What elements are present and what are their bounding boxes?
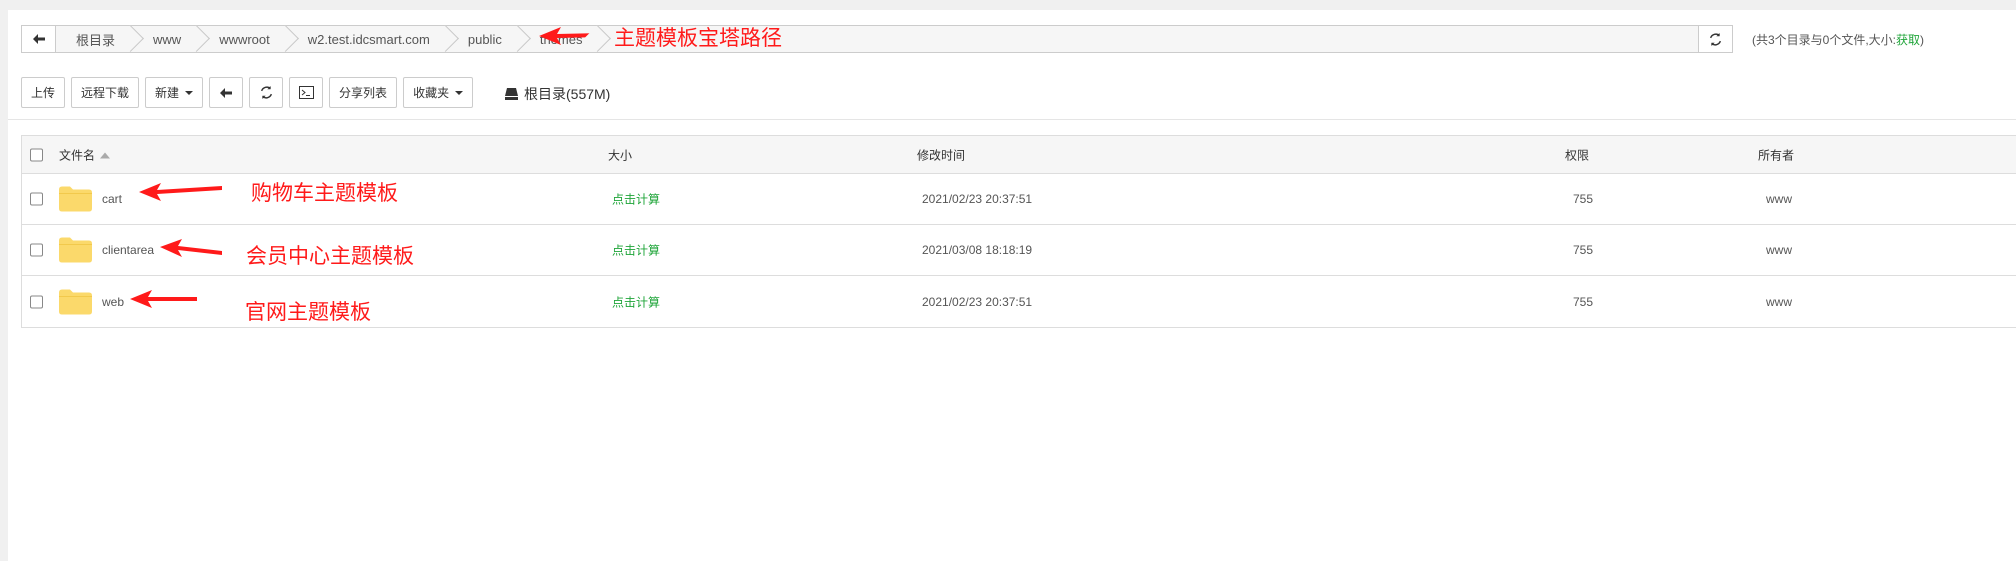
breadcrumb-item[interactable]: wwwroot bbox=[199, 26, 288, 52]
breadcrumb-item[interactable]: public bbox=[447, 26, 520, 52]
toolbar: 上传 远程下载 新建 分享列表 收藏夹 bbox=[21, 77, 474, 108]
breadcrumb-label: www bbox=[153, 31, 182, 47]
folder-icon bbox=[59, 186, 92, 212]
hard-drive-icon bbox=[505, 88, 518, 100]
share-list-button[interactable]: 分享列表 bbox=[329, 77, 398, 108]
annotation-arrow-icon bbox=[160, 239, 222, 257]
folder-icon bbox=[59, 237, 92, 263]
header-name[interactable]: 文件名 bbox=[59, 146, 111, 163]
row-checkbox[interactable] bbox=[30, 243, 43, 257]
new-label: 新建 bbox=[155, 86, 180, 100]
disk-selector[interactable]: 根目录(557M) bbox=[505, 84, 610, 104]
caret-down-icon bbox=[185, 90, 194, 95]
header-permission[interactable]: 权限 bbox=[1565, 146, 1589, 163]
breadcrumb-label: public bbox=[467, 31, 502, 47]
path-bar: 根目录 www wwwroot w2.test.idcsmart.com pub… bbox=[21, 25, 1733, 53]
owner-link[interactable]: www bbox=[1766, 295, 1792, 309]
annotation-arrow-icon bbox=[130, 290, 197, 308]
summary-text: (共3个目录与0个文件,大小: bbox=[1752, 33, 1897, 47]
modified-time: 2021/02/23 20:37:51 bbox=[922, 192, 1033, 206]
fetch-size-link[interactable]: 获取 bbox=[1896, 33, 1920, 47]
breadcrumb-label: 根目录 bbox=[76, 32, 116, 48]
permission-link[interactable]: 755 bbox=[1573, 295, 1593, 309]
breadcrumb: 根目录 www wwwroot w2.test.idcsmart.com pub… bbox=[56, 26, 1698, 52]
breadcrumb-item[interactable]: w2.test.idcsmart.com bbox=[287, 26, 448, 52]
remote-download-label: 远程下载 bbox=[81, 86, 130, 100]
owner-link[interactable]: www bbox=[1766, 192, 1792, 206]
terminal-button[interactable] bbox=[289, 77, 324, 108]
summary-close: ) bbox=[1920, 33, 1925, 47]
header-size[interactable]: 大小 bbox=[608, 146, 632, 163]
calc-size-link[interactable]: 点击计算 bbox=[612, 191, 660, 208]
folder-icon bbox=[59, 289, 92, 314]
path-refresh-button[interactable] bbox=[1698, 26, 1732, 52]
annotation-web-note: 官网主题模板 bbox=[245, 301, 371, 324]
modified-time: 2021/02/23 20:37:51 bbox=[922, 294, 1033, 309]
file-name-link[interactable]: clientarea bbox=[102, 243, 154, 257]
upload-label: 上传 bbox=[31, 86, 56, 100]
calc-size-link[interactable]: 点击计算 bbox=[612, 242, 660, 259]
annotation-arrow-icon bbox=[139, 183, 222, 201]
header-modified[interactable]: 修改时间 bbox=[917, 146, 965, 163]
arrow-left-icon bbox=[32, 34, 45, 44]
permission-link[interactable]: 755 bbox=[1573, 243, 1593, 257]
breadcrumb-item[interactable]: 根目录 bbox=[56, 26, 134, 52]
refresh-icon bbox=[1709, 32, 1722, 46]
permission-link[interactable]: 755 bbox=[1573, 192, 1593, 206]
header-name-label: 文件名 bbox=[59, 148, 96, 162]
row-checkbox[interactable] bbox=[30, 295, 43, 308]
disk-label: 根目录(557M) bbox=[524, 86, 611, 102]
annotation-path-note: 主题模板宝塔路径 bbox=[614, 27, 782, 50]
favorites-label: 收藏夹 bbox=[413, 86, 450, 100]
favorites-dropdown-button[interactable]: 收藏夹 bbox=[403, 77, 474, 108]
annotation-clientarea-note: 会员中心主题模板 bbox=[246, 245, 414, 268]
terminal-icon bbox=[298, 86, 314, 99]
upload-button[interactable]: 上传 bbox=[21, 77, 66, 108]
row-checkbox[interactable] bbox=[30, 192, 43, 206]
file-name-link[interactable]: web bbox=[102, 295, 124, 309]
sort-asc-icon bbox=[100, 152, 111, 159]
go-back-button[interactable] bbox=[209, 77, 244, 108]
remote-download-button[interactable]: 远程下载 bbox=[71, 77, 140, 108]
calc-size-link[interactable]: 点击计算 bbox=[612, 293, 660, 310]
modified-time: 2021/03/08 18:18:19 bbox=[922, 243, 1033, 257]
header-owner[interactable]: 所有者 bbox=[1758, 146, 1794, 163]
refresh-icon bbox=[260, 86, 272, 99]
select-all-checkbox[interactable] bbox=[30, 148, 43, 161]
file-name-link[interactable]: cart bbox=[102, 192, 122, 206]
share-list-label: 分享列表 bbox=[339, 86, 388, 100]
annotation-cart-note: 购物车主题模板 bbox=[251, 182, 398, 205]
new-dropdown-button[interactable]: 新建 bbox=[145, 77, 204, 108]
back-button[interactable] bbox=[22, 26, 56, 52]
arrow-left-icon bbox=[220, 87, 233, 98]
table-header: 文件名 大小 修改时间 权限 所有者 bbox=[22, 136, 2016, 174]
refresh-button[interactable] bbox=[249, 77, 284, 108]
directory-summary: (共3个目录与0个文件,大小:获取) bbox=[1752, 31, 1924, 48]
breadcrumb-label: w2.test.idcsmart.com bbox=[307, 31, 430, 47]
breadcrumb-label: wwwroot bbox=[219, 31, 270, 47]
owner-link[interactable]: www bbox=[1766, 243, 1792, 257]
divider bbox=[8, 119, 2016, 120]
caret-down-icon bbox=[455, 90, 464, 95]
